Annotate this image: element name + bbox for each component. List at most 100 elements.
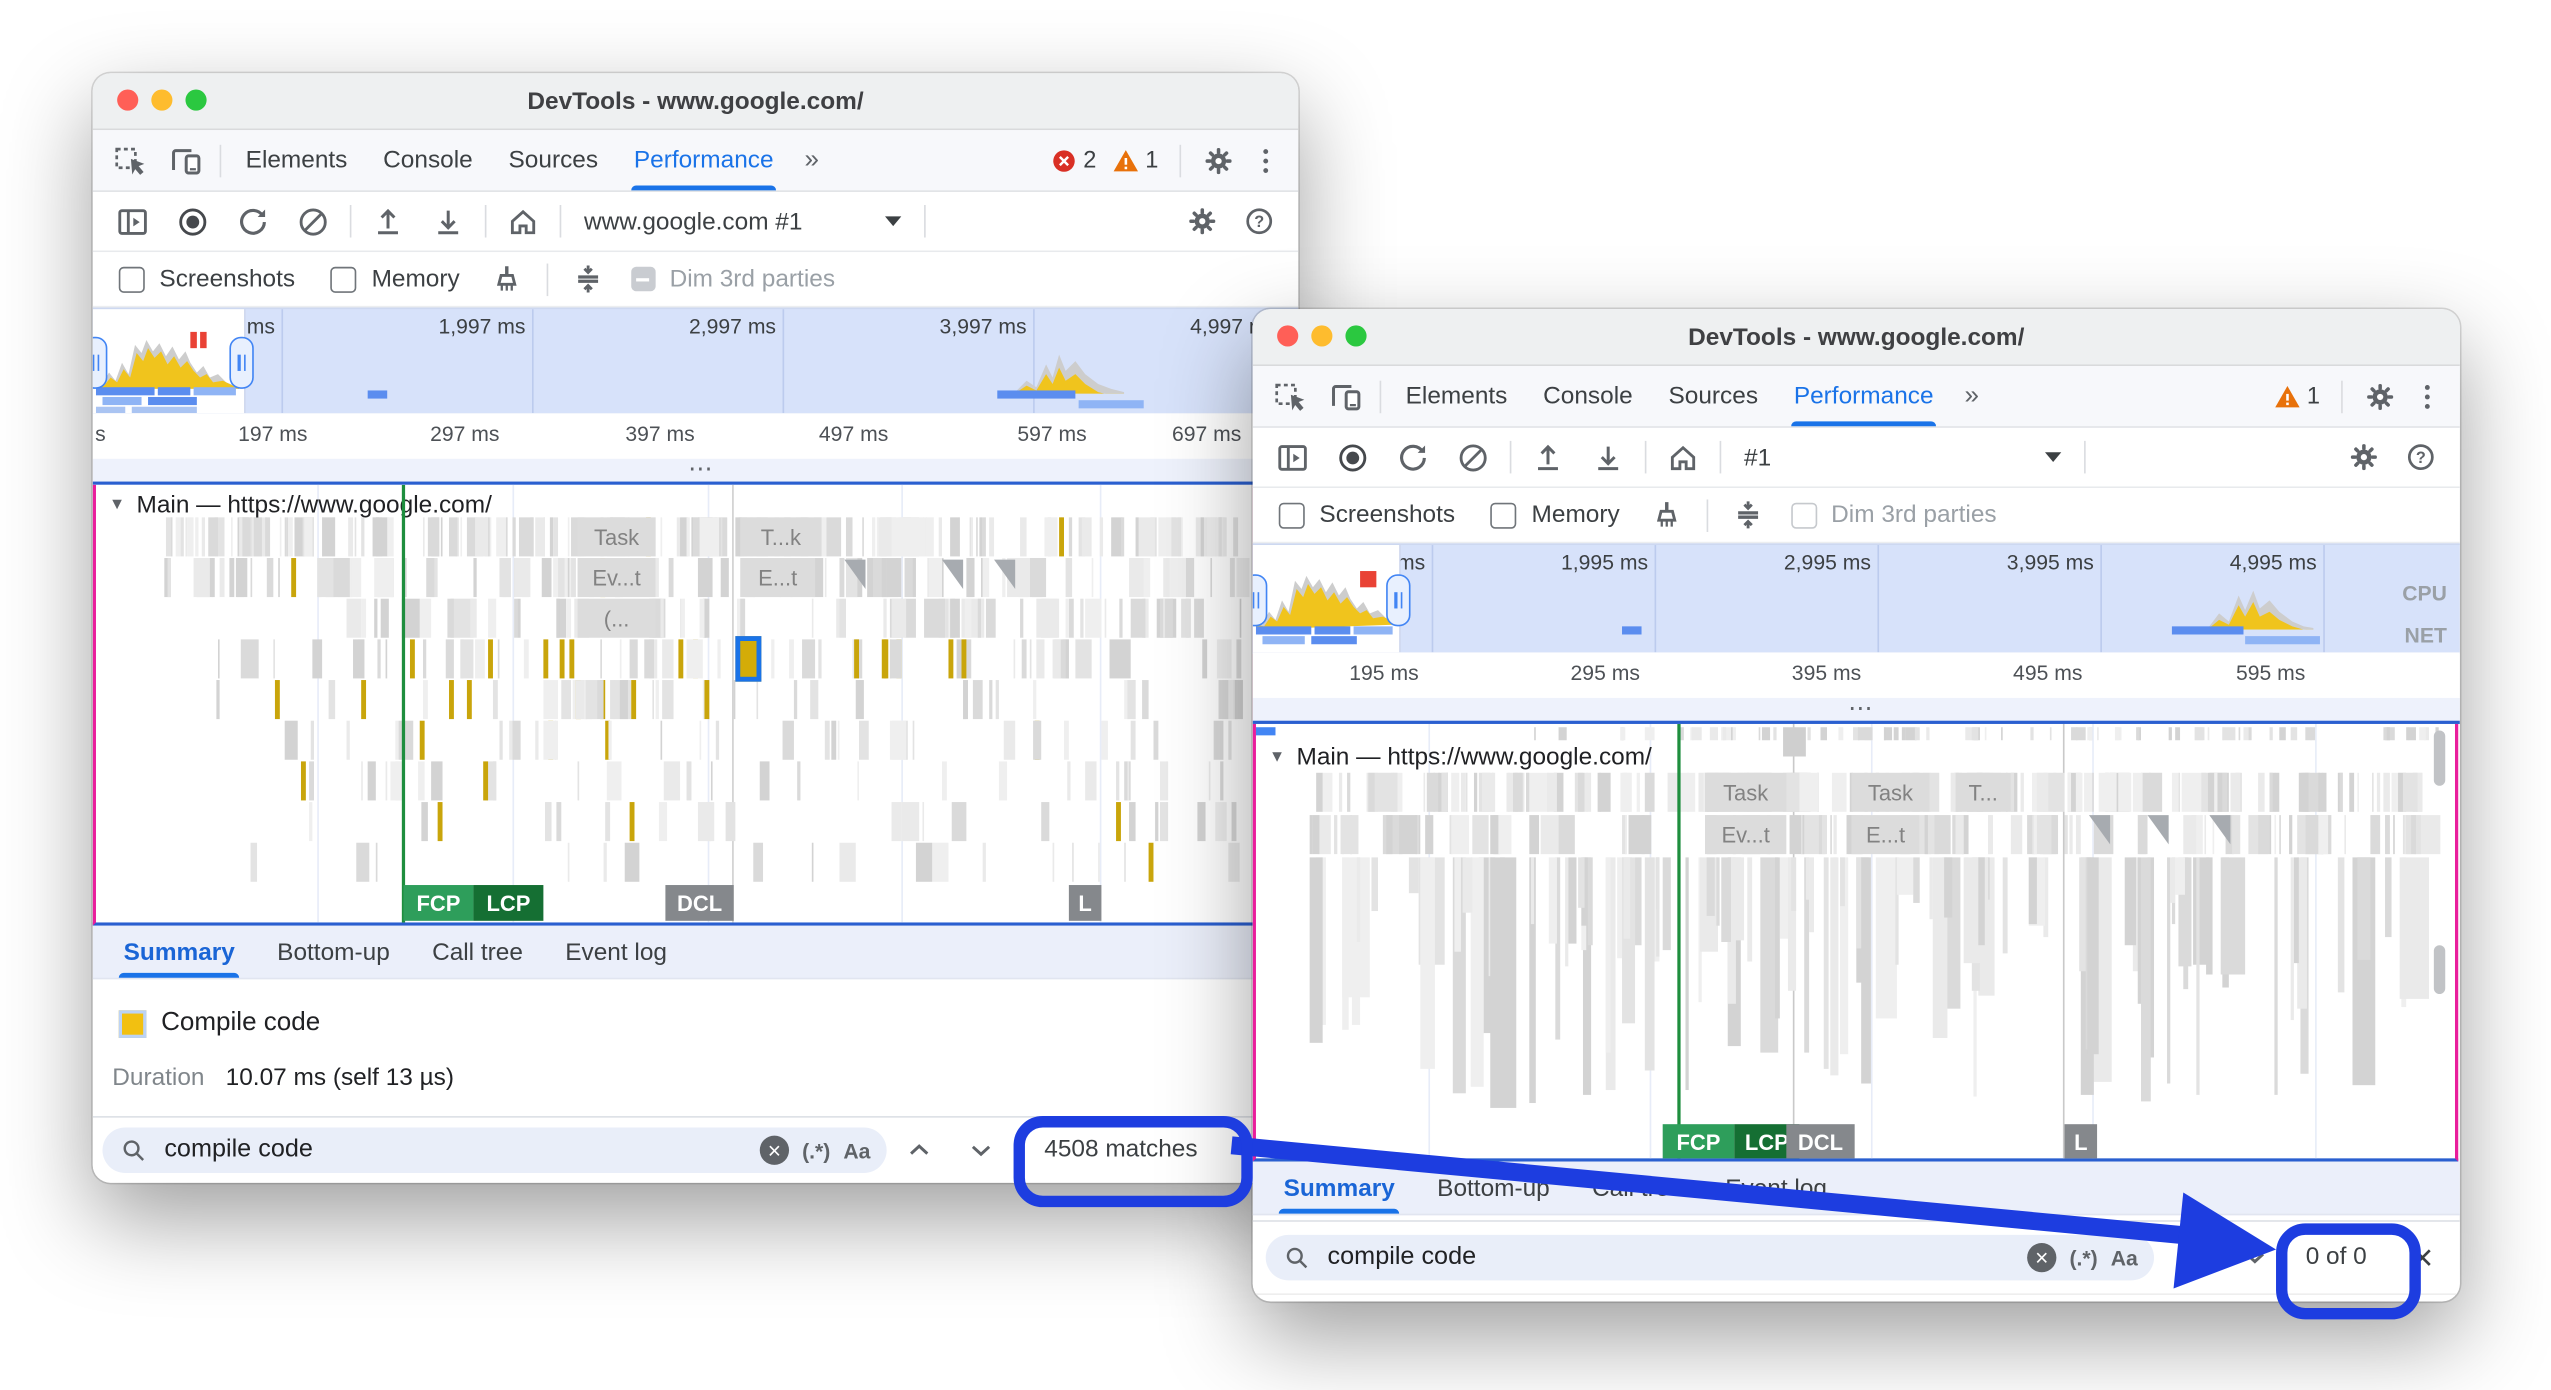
- record-icon[interactable]: [176, 204, 210, 238]
- previous-match-button[interactable]: [900, 1134, 939, 1167]
- upload-profile-icon[interactable]: [1531, 440, 1565, 474]
- search-pill[interactable]: × (.*) Aa: [1266, 1235, 2154, 1281]
- help-icon[interactable]: [1243, 205, 1276, 238]
- match-case-toggle[interactable]: Aa: [2111, 1245, 2138, 1269]
- more-tabs-icon[interactable]: »: [791, 146, 833, 175]
- zoom-window-button[interactable]: [185, 89, 206, 110]
- collapse-tracks-icon[interactable]: [1730, 498, 1764, 532]
- collapsed-track[interactable]: ⋯: [1253, 698, 2460, 724]
- main-track-header[interactable]: ▼ Main — https://www.google.com/: [109, 491, 492, 519]
- warning-badge[interactable]: 1: [1111, 146, 1158, 175]
- memory-checkbox[interactable]: [1491, 502, 1517, 528]
- tab-bottom-up[interactable]: Bottom-up: [256, 926, 411, 978]
- record-icon[interactable]: [1336, 440, 1370, 474]
- flame-chart[interactable]: ▼ Main — https://www.google.com/ Task T.…: [93, 485, 1256, 926]
- reload-record-icon[interactable]: [1396, 440, 1430, 474]
- event-block[interactable]: E...t: [740, 558, 815, 597]
- tab-elements[interactable]: Elements: [1388, 366, 1526, 426]
- download-profile-icon[interactable]: [1591, 440, 1625, 474]
- error-badge[interactable]: 2: [1049, 146, 1096, 175]
- selection-handle-left[interactable]: [1253, 574, 1268, 626]
- tab-sources[interactable]: Sources: [1651, 366, 1776, 426]
- timeline-overview[interactable]: 997 ms 1,997 ms 2,997 ms 3,997 ms 4,997 …: [93, 307, 1299, 414]
- gc-brush-icon[interactable]: [489, 262, 523, 296]
- window-titlebar[interactable]: DevTools - www.google.com/: [93, 73, 1299, 130]
- history-select[interactable]: #1: [1744, 443, 2061, 471]
- more-tabs-icon[interactable]: »: [1951, 382, 1993, 411]
- kebab-menu-icon[interactable]: [2411, 380, 2444, 413]
- device-toolbar-icon[interactable]: [1328, 378, 1364, 414]
- history-select[interactable]: www.google.com #1: [584, 207, 901, 235]
- tab-call-tree[interactable]: Call tree: [411, 926, 544, 978]
- clear-icon[interactable]: [1456, 440, 1490, 474]
- settings-gear-icon[interactable]: [1202, 144, 1235, 177]
- regex-toggle[interactable]: (.*): [2069, 1245, 2097, 1269]
- tab-performance[interactable]: Performance: [616, 130, 792, 190]
- next-match-button[interactable]: [2235, 1241, 2274, 1274]
- flame-chart[interactable]: ▼ Main — https://www.google.com/ Task Ta…: [1253, 724, 2459, 1162]
- dim-3rd-parties-checkbox[interactable]: [1791, 502, 1817, 528]
- tab-event-log[interactable]: Event log: [544, 926, 688, 978]
- tab-elements[interactable]: Elements: [228, 130, 366, 190]
- window-titlebar[interactable]: DevTools - www.google.com/: [1253, 309, 2460, 366]
- previous-match-button[interactable]: [2177, 1241, 2216, 1274]
- collapse-tracks-icon[interactable]: [570, 262, 604, 296]
- scrollbar-thumb[interactable]: [2434, 730, 2445, 785]
- reload-record-icon[interactable]: [236, 204, 270, 238]
- event-block[interactable]: Ev...t: [1705, 815, 1786, 854]
- event-block[interactable]: Ev...t: [578, 558, 656, 597]
- tab-summary[interactable]: Summary: [102, 926, 256, 978]
- device-toolbar-icon[interactable]: [168, 142, 204, 178]
- toggle-sidebar-icon[interactable]: [116, 204, 150, 238]
- main-track-header[interactable]: ▼ Main — https://www.google.com/: [1269, 743, 1652, 771]
- tab-console[interactable]: Console: [365, 130, 490, 190]
- tab-sources[interactable]: Sources: [491, 130, 616, 190]
- task-block[interactable]: T...k: [740, 517, 821, 556]
- task-block[interactable]: Task: [1705, 773, 1786, 812]
- screenshots-checkbox[interactable]: [119, 266, 145, 292]
- kebab-menu-icon[interactable]: [1249, 144, 1282, 177]
- anonymous-block[interactable]: (...: [578, 599, 656, 638]
- clear-icon[interactable]: [296, 204, 330, 238]
- selected-event[interactable]: [735, 636, 761, 682]
- selection-handle-right[interactable]: [1386, 574, 1410, 626]
- live-metrics-home-icon[interactable]: [1666, 440, 1700, 474]
- next-match-button[interactable]: [961, 1134, 1000, 1167]
- clear-search-icon[interactable]: ×: [2027, 1243, 2056, 1272]
- tab-summary[interactable]: Summary: [1262, 1162, 1416, 1214]
- tab-event-log[interactable]: Event log: [1704, 1162, 1848, 1214]
- overview-selected-window[interactable]: [93, 309, 244, 413]
- download-profile-icon[interactable]: [431, 204, 465, 238]
- match-case-toggle[interactable]: Aa: [843, 1138, 870, 1162]
- selection-handle-left[interactable]: [93, 337, 108, 389]
- collapsed-track[interactable]: ⋯: [93, 459, 1299, 485]
- tab-bottom-up[interactable]: Bottom-up: [1416, 1162, 1571, 1214]
- close-window-button[interactable]: [1277, 325, 1298, 346]
- search-pill[interactable]: × (.*) Aa: [102, 1127, 886, 1173]
- warning-badge[interactable]: 1: [2273, 382, 2320, 411]
- event-block[interactable]: E...t: [1851, 815, 1919, 854]
- settings-gear-icon[interactable]: [2364, 380, 2397, 413]
- dim-3rd-parties-checkbox[interactable]: [631, 267, 655, 291]
- capture-settings-gear-icon[interactable]: [2348, 441, 2381, 474]
- regex-toggle[interactable]: (.*): [802, 1138, 830, 1162]
- task-block[interactable]: T...: [1956, 773, 2011, 812]
- disclosure-triangle-icon[interactable]: ▼: [109, 496, 125, 514]
- task-block[interactable]: Task: [578, 517, 656, 556]
- search-input[interactable]: [161, 1134, 747, 1167]
- overview-selected-window[interactable]: [1253, 545, 1399, 652]
- help-icon[interactable]: [2405, 441, 2438, 474]
- scrollbar-thumb[interactable]: [2434, 945, 2445, 994]
- gc-brush-icon[interactable]: [1649, 498, 1683, 532]
- clear-search-icon[interactable]: ×: [760, 1136, 789, 1165]
- disclosure-triangle-icon[interactable]: ▼: [1269, 748, 1285, 766]
- memory-checkbox[interactable]: [331, 266, 357, 292]
- inspect-icon[interactable]: [1272, 378, 1308, 414]
- screenshots-checkbox[interactable]: [1279, 502, 1305, 528]
- search-input[interactable]: [1324, 1241, 2014, 1274]
- selection-handle-right[interactable]: [229, 337, 253, 389]
- inspect-icon[interactable]: [112, 142, 148, 178]
- toggle-sidebar-icon[interactable]: [1275, 440, 1309, 474]
- task-block[interactable]: Task: [1851, 773, 1929, 812]
- capture-settings-gear-icon[interactable]: [1186, 205, 1219, 238]
